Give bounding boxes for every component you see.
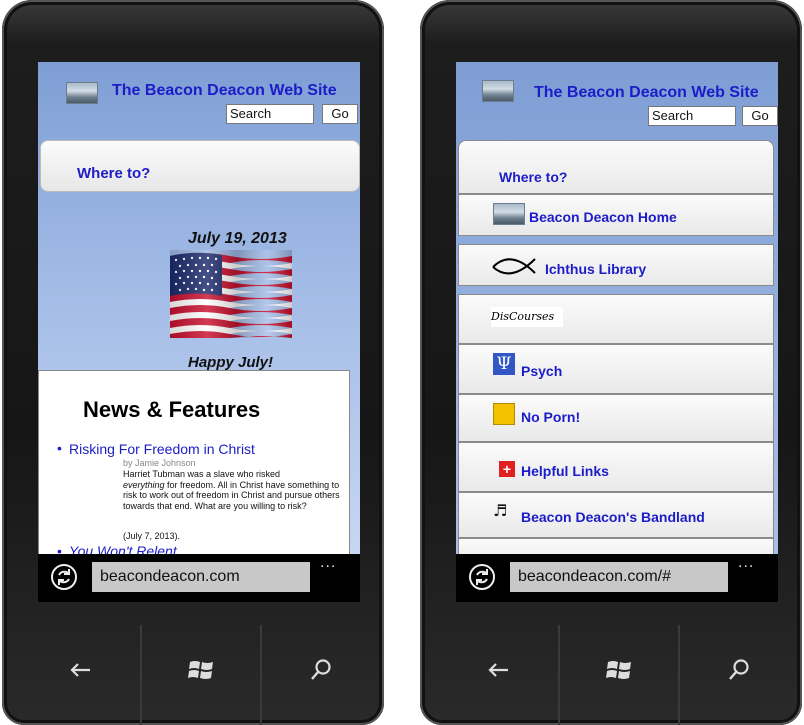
take-your-stand-icon (493, 403, 515, 425)
phone-left: The Beacon Deacon Web Site Search Go Whe… (2, 0, 384, 725)
back-button[interactable] (440, 625, 558, 725)
menu-item-bandland[interactable]: ♬ Beacon Deacon's Bandland (458, 492, 774, 538)
menu-item-discourses[interactable]: DisCourses (458, 294, 774, 344)
windows-logo-icon (188, 661, 213, 679)
news-heading: News & Features (83, 397, 261, 422)
red-cross-icon: + (499, 461, 515, 477)
menu-item-helpful-links[interactable]: + Helpful Links (458, 442, 774, 492)
article-byline: by Jamie Johnson (123, 458, 196, 468)
menu-item-psych[interactable]: Ψ Psych (458, 344, 774, 394)
menu-item-no-porn[interactable]: No Porn! (458, 394, 774, 442)
site-logo-icon[interactable] (482, 80, 514, 102)
article-desc-prefix: Harriet Tubman was a slave who risked (123, 469, 281, 479)
american-flag-icon (170, 250, 292, 338)
address-bar: beacondeacon.com ... (38, 554, 360, 602)
more-options-icon[interactable]: ... (320, 554, 336, 572)
phone-right: The Beacon Deacon Web Site Search Go Whe… (420, 0, 802, 725)
browser-viewport: The Beacon Deacon Web Site Search Go Whe… (38, 62, 360, 554)
where-to-label[interactable]: Where to? (77, 165, 150, 182)
banner-message: Happy July! (188, 354, 274, 371)
go-button[interactable]: Go (322, 104, 358, 124)
lighthouse-icon (493, 203, 525, 225)
url-field[interactable]: beacondeacon.com (92, 562, 310, 592)
menu-item-label: Psych (521, 363, 563, 379)
back-button[interactable] (22, 625, 140, 725)
start-button[interactable] (142, 625, 260, 725)
start-button[interactable] (560, 625, 678, 725)
screen: The Beacon Deacon Web Site Search Go Whe… (456, 62, 778, 602)
search-icon (311, 659, 331, 680)
search-button[interactable] (262, 625, 380, 725)
hardware-keys (420, 625, 802, 725)
menu-item-label: Beacon Deacon's Bandland (521, 509, 705, 525)
menu-item-label: No Porn! (521, 409, 581, 425)
article-link[interactable]: You Won't Relent (69, 543, 177, 554)
menu-item-partial[interactable] (458, 538, 774, 554)
bullet-icon: • (57, 440, 62, 456)
where-to-label[interactable]: Where to? (499, 169, 567, 185)
article-description: Harriet Tubman was a slave who risked eve… (123, 469, 345, 511)
url-field[interactable]: beacondeacon.com/# (510, 562, 728, 592)
psi-icon: Ψ (493, 353, 515, 375)
banner-date: July 19, 2013 (188, 230, 287, 247)
refresh-icon[interactable] (50, 563, 78, 591)
search-input[interactable]: Search (226, 104, 314, 124)
music-notes-icon: ♬ (493, 501, 508, 520)
back-arrow-icon (488, 663, 508, 677)
screen: The Beacon Deacon Web Site Search Go Whe… (38, 62, 360, 602)
article-date: (July 7, 2013). (123, 531, 181, 541)
search-input[interactable]: Search (648, 106, 736, 126)
site-title[interactable]: The Beacon Deacon Web Site (534, 84, 759, 102)
bullet-icon: • (57, 543, 62, 554)
where-to-item[interactable]: Where to? (458, 140, 774, 194)
search-icon (729, 659, 749, 680)
hardware-keys (2, 625, 384, 725)
windows-logo-icon (606, 661, 631, 679)
article-link[interactable]: Risking For Freedom in Christ (69, 441, 255, 457)
menu-item-ichthus[interactable]: Ichthus Library (458, 244, 774, 286)
where-to-bar[interactable]: Where to? (40, 140, 360, 192)
go-button[interactable]: Go (742, 106, 778, 126)
back-arrow-icon (70, 663, 90, 677)
discourses-logo-icon: DisCourses (491, 307, 563, 327)
browser-viewport: The Beacon Deacon Web Site Search Go Whe… (456, 62, 778, 554)
search-button[interactable] (680, 625, 798, 725)
menu-item-label: Helpful Links (521, 463, 609, 479)
menu-item-label: Beacon Deacon Home (529, 209, 677, 225)
article-desc-emphasis: everything (123, 479, 165, 490)
ichthus-fish-icon (492, 258, 536, 275)
site-logo-icon[interactable] (66, 82, 98, 104)
more-options-icon[interactable]: ... (738, 554, 754, 572)
refresh-icon[interactable] (468, 563, 496, 591)
site-title[interactable]: The Beacon Deacon Web Site (112, 82, 337, 100)
menu-item-label: Ichthus Library (545, 261, 647, 277)
address-bar: beacondeacon.com/# ... (456, 554, 778, 602)
site-header: The Beacon Deacon Web Site Search Go (456, 62, 778, 137)
menu-item-home[interactable]: Beacon Deacon Home (458, 194, 774, 236)
news-panel: News & Features • Risking For Freedom in… (38, 370, 350, 554)
site-header: The Beacon Deacon Web Site Search Go (38, 62, 360, 137)
